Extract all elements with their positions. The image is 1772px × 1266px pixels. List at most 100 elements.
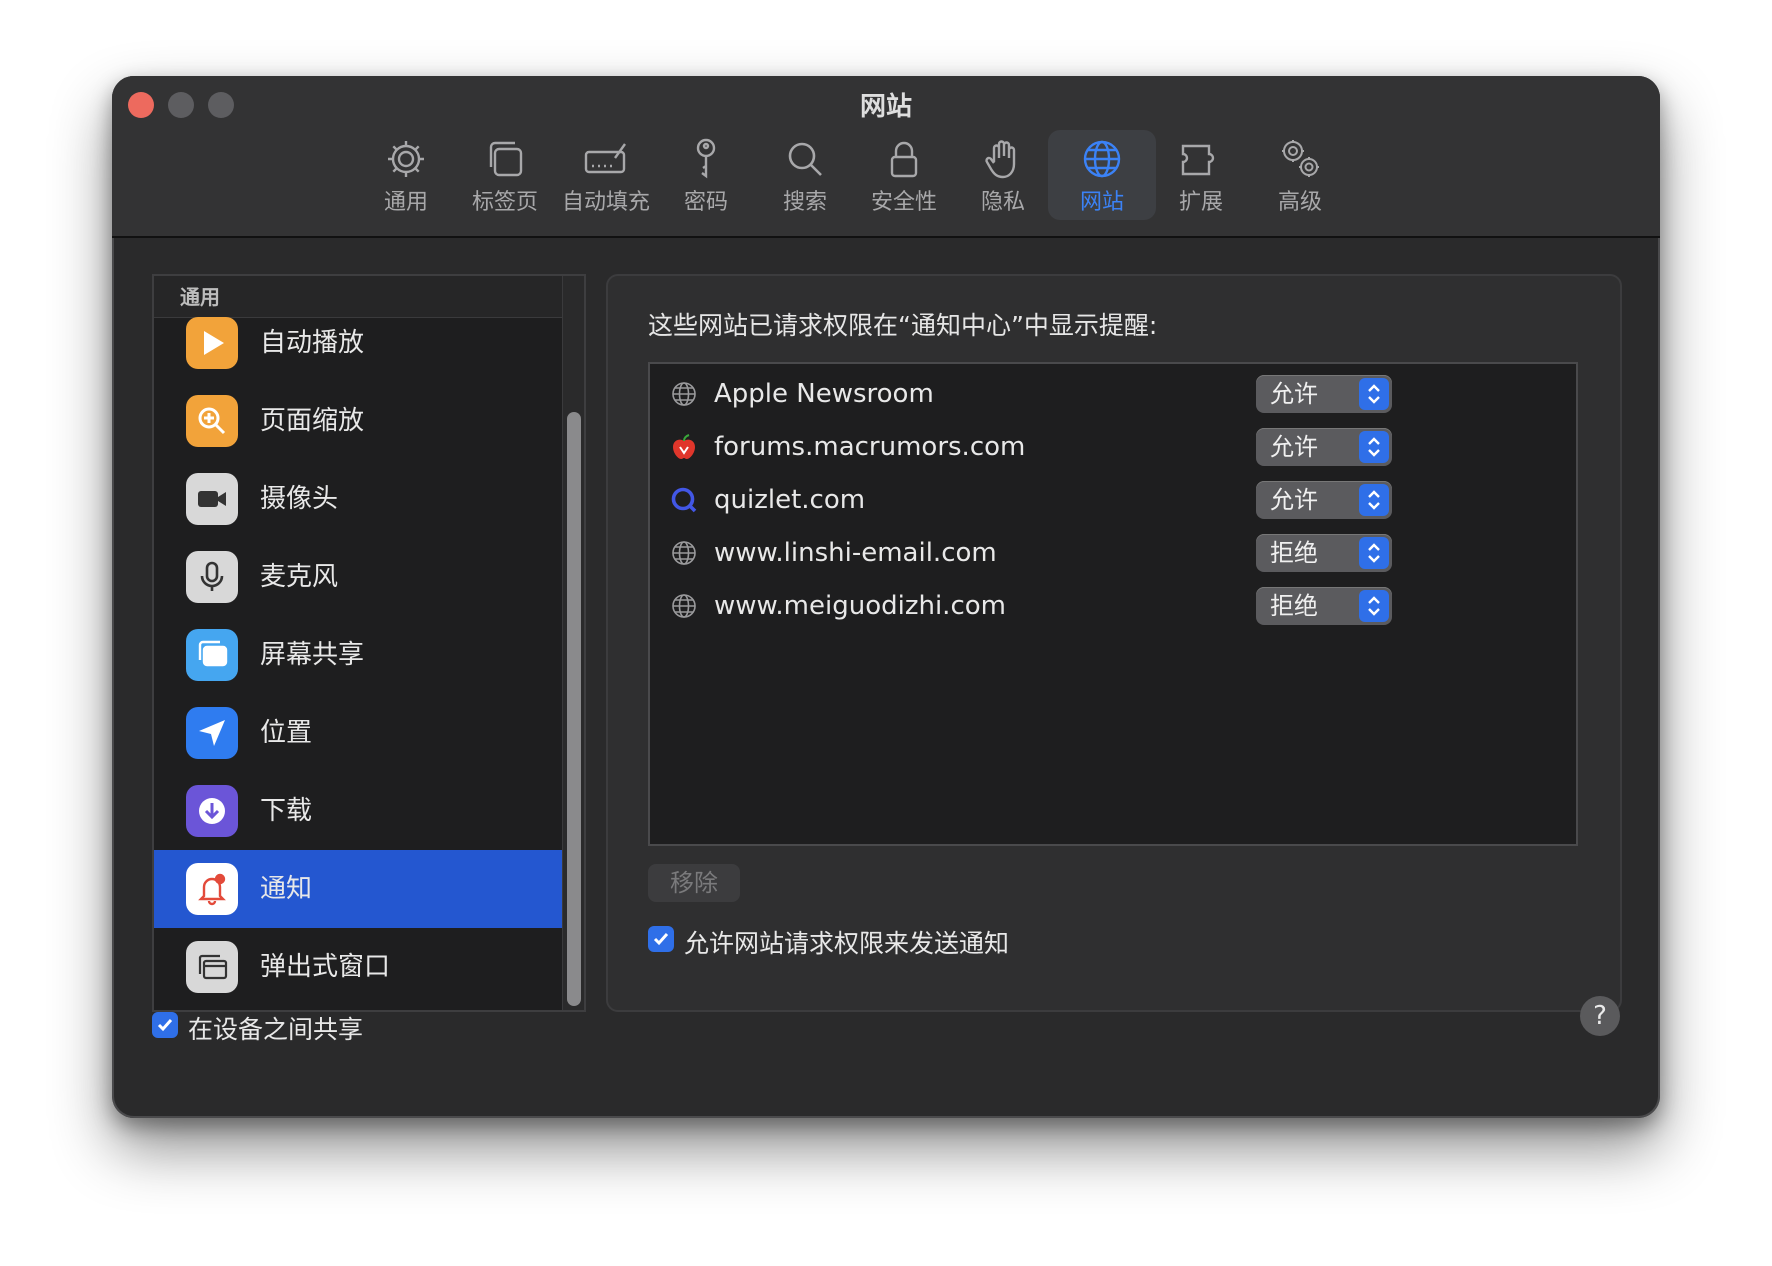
sidebar-item-label: 位置 xyxy=(260,718,313,748)
allow-requests-checkbox[interactable] xyxy=(648,926,674,952)
chevron-up-down-icon xyxy=(1359,431,1389,463)
tab-tabs[interactable]: 标签页 xyxy=(451,130,559,220)
content-area: 通用 自动播放 页面缩放 摄像头 麦克风 屏幕共享 位置 下载 通知 弹出式窗口… xyxy=(112,238,1660,1118)
tab-label: 高级 xyxy=(1277,190,1322,215)
tabs-icon xyxy=(482,136,528,182)
tab-websites[interactable]: 网站 xyxy=(1048,130,1156,220)
tab-advanced[interactable]: 高级 xyxy=(1246,130,1354,220)
tab-passwords[interactable]: 密码 xyxy=(652,130,760,220)
sidebar-scrollbar[interactable] xyxy=(562,276,584,1010)
sidebar-item-popup-windows[interactable]: 弹出式窗口 xyxy=(154,928,562,1006)
site-name: www.meiguodizhi.com xyxy=(714,591,1006,621)
site-name: Apple Newsroom xyxy=(714,379,934,409)
globe-icon xyxy=(670,592,698,620)
permission-value: 允许 xyxy=(1270,433,1318,461)
sidebar: 通用 自动播放 页面缩放 摄像头 麦克风 屏幕共享 位置 下载 通知 弹出式窗口 xyxy=(152,274,586,1012)
window-title: 网站 xyxy=(859,92,912,122)
search-icon xyxy=(782,136,828,182)
sidebar-item-microphone[interactable]: 麦克风 xyxy=(154,538,562,616)
tab-extensions[interactable]: 扩展 xyxy=(1147,130,1255,220)
table-row[interactable]: forums.macrumors.com 允许 xyxy=(650,417,1576,477)
sidebar-item-label: 麦克风 xyxy=(260,562,339,592)
table-row[interactable]: www.linshi-email.com 拒绝 xyxy=(650,523,1576,583)
permission-select[interactable]: 允许 xyxy=(1256,428,1392,466)
sidebar-item-label: 下载 xyxy=(260,796,313,826)
website-list: Apple Newsroom 允许 forums.macrumors.com 允… xyxy=(648,362,1578,846)
help-button[interactable]: ? xyxy=(1580,996,1620,1036)
permission-select[interactable]: 允许 xyxy=(1256,481,1392,519)
zoom-icon xyxy=(186,395,238,447)
sidebar-item-downloads[interactable]: 下载 xyxy=(154,772,562,850)
key-icon xyxy=(683,136,729,182)
globe-icon xyxy=(670,539,698,567)
sidebar-item-label: 自动播放 xyxy=(260,328,365,358)
play-icon xyxy=(186,317,238,369)
checkmark-icon xyxy=(653,933,669,946)
screen-share-icon xyxy=(186,629,238,681)
titlebar: 网站 通用 标签页 自动填充 密码 搜索 安全性 隐私 网站 扩展 高级 xyxy=(112,76,1660,238)
notifications-panel: 这些网站已请求权限在“通知中心”中显示提醒: Apple Newsroom 允许 xyxy=(606,274,1622,1012)
site-name: www.linshi-email.com xyxy=(714,538,997,568)
quizlet-icon xyxy=(670,486,698,514)
sidebar-item-location[interactable]: 位置 xyxy=(154,694,562,772)
share-across-devices-checkbox[interactable] xyxy=(152,1012,178,1038)
autofill-icon xyxy=(583,136,629,182)
permission-value: 拒绝 xyxy=(1270,592,1318,620)
gear-icon xyxy=(383,136,429,182)
permission-value: 允许 xyxy=(1270,486,1318,514)
chevron-up-down-icon xyxy=(1359,484,1389,516)
table-row[interactable]: quizlet.com 允许 xyxy=(650,470,1576,530)
sidebar-item-label: 页面缩放 xyxy=(260,406,365,436)
tab-security[interactable]: 安全性 xyxy=(850,130,958,220)
tab-autofill[interactable]: 自动填充 xyxy=(552,130,660,220)
sidebar-item-notifications[interactable]: 通知 xyxy=(154,850,562,928)
sidebar-item-autoplay[interactable]: 自动播放 xyxy=(154,304,562,382)
popup-window-icon xyxy=(186,941,238,993)
permission-select[interactable]: 拒绝 xyxy=(1256,587,1392,625)
site-name: forums.macrumors.com xyxy=(714,432,1026,462)
permission-select[interactable]: 允许 xyxy=(1256,375,1392,413)
tab-general[interactable]: 通用 xyxy=(352,130,460,220)
sidebar-item-label: 弹出式窗口 xyxy=(260,952,391,982)
tab-label: 搜索 xyxy=(782,190,827,215)
allow-requests-label: 允许网站请求权限来发送通知 xyxy=(684,929,1010,958)
remove-button[interactable]: 移除 xyxy=(648,864,740,902)
download-icon xyxy=(186,785,238,837)
permission-value: 允许 xyxy=(1270,380,1318,408)
tab-label: 自动填充 xyxy=(561,190,650,215)
scrollbar-thumb[interactable] xyxy=(567,412,581,1006)
site-name: quizlet.com xyxy=(714,485,866,515)
tab-label: 扩展 xyxy=(1178,190,1223,215)
share-across-devices-label: 在设备之间共享 xyxy=(188,1015,364,1044)
permission-value: 拒绝 xyxy=(1270,539,1318,567)
panel-description: 这些网站已请求权限在“通知中心”中显示提醒: xyxy=(648,311,1158,340)
tab-label: 隐私 xyxy=(980,190,1025,215)
tab-search[interactable]: 搜索 xyxy=(751,130,859,220)
gears-icon xyxy=(1277,136,1323,182)
sidebar-item-page-zoom[interactable]: 页面缩放 xyxy=(154,382,562,460)
sidebar-item-label: 通知 xyxy=(260,874,313,904)
hand-icon xyxy=(980,136,1026,182)
chevron-up-down-icon xyxy=(1359,378,1389,410)
sidebar-item-label: 屏幕共享 xyxy=(260,640,365,670)
chevron-up-down-icon xyxy=(1359,537,1389,569)
globe-icon xyxy=(670,380,698,408)
preferences-window: 网站 通用 标签页 自动填充 密码 搜索 安全性 隐私 网站 扩展 高级 通用 … xyxy=(112,76,1660,1118)
table-row[interactable]: www.meiguodizhi.com 拒绝 xyxy=(650,576,1576,636)
puzzle-icon xyxy=(1178,136,1224,182)
sidebar-item-label: 摄像头 xyxy=(260,484,339,514)
location-icon xyxy=(186,707,238,759)
permission-select[interactable]: 拒绝 xyxy=(1256,534,1392,572)
tab-privacy[interactable]: 隐私 xyxy=(949,130,1057,220)
macrumors-icon xyxy=(670,433,698,461)
camera-icon xyxy=(186,473,238,525)
checkmark-icon xyxy=(157,1019,173,1032)
tab-label: 安全性 xyxy=(870,190,937,215)
table-row[interactable]: Apple Newsroom 允许 xyxy=(650,364,1576,424)
tab-label: 通用 xyxy=(383,190,428,215)
sidebar-item-screen-sharing[interactable]: 屏幕共享 xyxy=(154,616,562,694)
lock-icon xyxy=(881,136,927,182)
tab-label: 密码 xyxy=(683,190,728,215)
sidebar-item-camera[interactable]: 摄像头 xyxy=(154,460,562,538)
microphone-icon xyxy=(186,551,238,603)
